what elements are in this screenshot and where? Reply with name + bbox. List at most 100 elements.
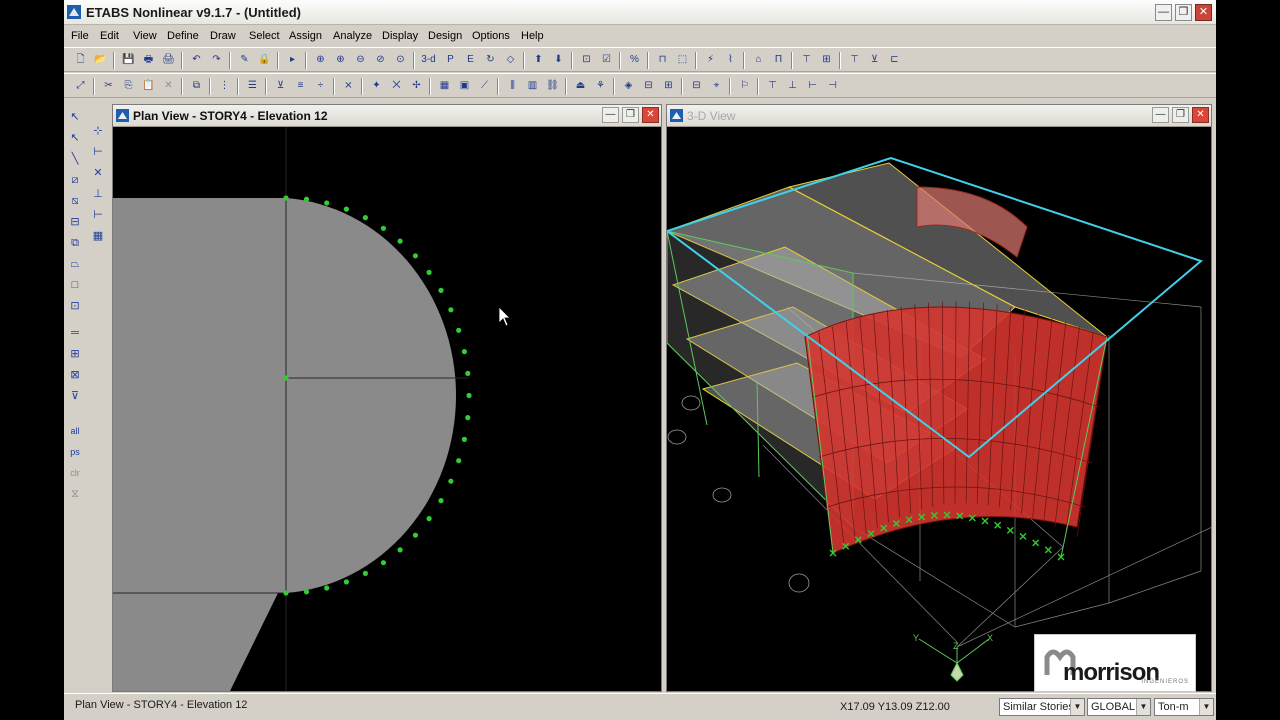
zoom-in-icon[interactable]: ⊕ <box>332 52 349 68</box>
percent-icon[interactable]: % <box>626 52 643 68</box>
lightning-icon[interactable]: ⚡ <box>702 52 719 68</box>
draw-area-icon[interactable]: ⏢ <box>66 255 84 273</box>
snap-end-icon[interactable]: ⊹ <box>89 122 107 140</box>
print-icon[interactable]: 🖶 <box>140 52 157 68</box>
cut-icon[interactable]: ✂ <box>100 78 117 94</box>
menu-define[interactable]: Define <box>167 30 199 42</box>
link-icon[interactable]: ⛓ <box>544 78 561 94</box>
forces-icon[interactable]: Π <box>770 52 787 68</box>
3d-model-drawing[interactable]: Y X Z <box>667 127 1211 691</box>
draw-frame-icon[interactable]: ⧄ <box>66 171 84 189</box>
3d-close-button[interactable]: ✕ <box>1192 107 1209 123</box>
snap-intersect-icon[interactable]: ✢ <box>408 78 425 94</box>
3d-minimize-button[interactable]: — <box>1152 107 1169 123</box>
zoom-out-icon[interactable]: ⊖ <box>352 52 369 68</box>
snap-line-icon[interactable]: ⨉ <box>388 78 405 94</box>
table-icon[interactable]: ⊏ <box>886 52 903 68</box>
spandrel-icon[interactable]: ⊟ <box>688 78 705 94</box>
zoom-window-icon[interactable]: ⊕ <box>312 52 329 68</box>
story-icon[interactable]: ☰ <box>244 78 261 94</box>
align-icon[interactable]: ≡ <box>292 78 309 94</box>
design-icon[interactable]: ⊞ <box>818 52 835 68</box>
draw-point-area-icon[interactable]: ⊡ <box>66 297 84 315</box>
draw-opening-icon[interactable]: ⊞ <box>66 345 84 363</box>
plan-drawing[interactable] <box>113 127 661 691</box>
object-shrink-icon[interactable]: ⊡ <box>578 52 595 68</box>
snap-mid-icon[interactable]: ⊢ <box>89 143 107 161</box>
paste-icon[interactable]: 📋 <box>140 78 157 94</box>
show-tendon-icon[interactable]: ⊣ <box>824 78 841 94</box>
snap-point-icon[interactable]: ✦ <box>368 78 385 94</box>
results-icon[interactable]: ⊤ <box>798 52 815 68</box>
draw-beam-icon[interactable]: ⊟ <box>66 213 84 231</box>
clear-selection-icon[interactable]: clr <box>66 464 84 482</box>
move-down-icon[interactable]: ⬇ <box>550 52 567 68</box>
snap-intersection-icon[interactable]: ✕ <box>89 164 107 182</box>
edit-pencil-icon[interactable]: ✎ <box>236 52 253 68</box>
3d-view-canvas[interactable]: Y X Z <box>667 127 1211 691</box>
plan-close-button[interactable]: ✕ <box>642 107 659 123</box>
print-setup-icon[interactable]: 🖨 <box>160 52 177 68</box>
perspective-icon[interactable]: ◇ <box>502 52 519 68</box>
menu-design[interactable]: Design <box>428 30 462 42</box>
3d-view-icon[interactable]: 3-d <box>420 52 437 68</box>
replicate-icon[interactable]: ⧉ <box>188 78 205 94</box>
new-file-icon[interactable]: 🗋 <box>72 52 89 68</box>
pointer-icon[interactable]: ↖ <box>66 108 84 126</box>
draw-triangle-icon[interactable]: ⊽ <box>66 387 84 405</box>
run-analysis-icon[interactable]: ▸ <box>284 52 301 68</box>
pier-icon[interactable]: ⊞ <box>660 78 677 94</box>
previous-selection-icon[interactable]: ps <box>66 443 84 461</box>
draw-line-icon[interactable]: ╲ <box>66 150 84 168</box>
minimize-button[interactable]: — <box>1155 4 1172 21</box>
plan-view-icon[interactable]: P <box>442 52 459 68</box>
show-shell-icon[interactable]: ⊥ <box>784 78 801 94</box>
menu-analyze[interactable]: Analyze <box>333 30 372 42</box>
snap-grid-icon[interactable]: ▦ <box>89 227 107 245</box>
snap-perpendicular-icon[interactable]: ⊥ <box>89 185 107 203</box>
menu-help[interactable]: Help <box>521 30 544 42</box>
redo-icon[interactable]: ↷ <box>208 52 225 68</box>
select-all-icon[interactable]: ⤢ <box>72 78 89 94</box>
menu-options[interactable]: Options <box>472 30 510 42</box>
elevation-view-icon[interactable]: E <box>462 52 479 68</box>
show-link-icon[interactable]: ⊢ <box>804 78 821 94</box>
support-icon[interactable]: ⏏ <box>572 78 589 94</box>
units-dropdown[interactable]: Ton-m ▼ <box>1154 698 1214 716</box>
3d-view-window[interactable]: 3-D View — ❐ ✕ Y X Z <box>666 104 1212 692</box>
frame-section-icon[interactable]: ⫼ <box>504 78 521 94</box>
plan-maximize-button[interactable]: ❐ <box>622 107 639 123</box>
mesh-icon[interactable]: ▦ <box>436 78 453 94</box>
menu-select[interactable]: Select <box>249 30 280 42</box>
set-display-icon[interactable]: ☑ <box>598 52 615 68</box>
grid-icon[interactable]: ⋮ <box>216 78 233 94</box>
reshape-icon[interactable]: ↖ <box>66 129 84 147</box>
open-folder-icon[interactable]: 📂 <box>92 52 109 68</box>
draw-grid-icon[interactable]: ⊠ <box>66 366 84 384</box>
join-icon[interactable]: ⨯ <box>340 78 357 94</box>
maximize-button[interactable]: ❐ <box>1175 4 1192 21</box>
copy-icon[interactable]: ⎘ <box>120 78 137 94</box>
load-icon[interactable]: ⊤ <box>846 52 863 68</box>
draw-rect-area-icon[interactable]: □ <box>66 276 84 294</box>
invert-selection-icon[interactable]: ⧖ <box>66 485 84 503</box>
section-icon[interactable]: ⊻ <box>866 52 883 68</box>
area-icon[interactable]: ⬚ <box>674 52 691 68</box>
menu-edit[interactable]: Edit <box>100 30 119 42</box>
plan-minimize-button[interactable]: — <box>602 107 619 123</box>
plan-view-canvas[interactable] <box>113 127 661 691</box>
menu-display[interactable]: Display <box>382 30 418 42</box>
edit-line-icon[interactable]: ⟋ <box>476 78 493 94</box>
select-all-text-icon[interactable]: all <box>66 422 84 440</box>
undo-icon[interactable]: ↶ <box>188 52 205 68</box>
rotate-3d-icon[interactable]: ↻ <box>482 52 499 68</box>
delete-icon[interactable]: ✕ <box>160 78 177 94</box>
show-frame-icon[interactable]: ⊤ <box>764 78 781 94</box>
deformed-shape-icon[interactable]: ⌇ <box>722 52 739 68</box>
edit-area-icon[interactable]: ▣ <box>456 78 473 94</box>
frame-icon[interactable]: ⊓ <box>654 52 671 68</box>
plan-view-window[interactable]: Plan View - STORY4 - Elevation 12 — ❐ ✕ <box>112 104 662 692</box>
divide-icon[interactable]: ÷ <box>312 78 329 94</box>
mass-icon[interactable]: ⊟ <box>640 78 657 94</box>
snap-lines-icon[interactable]: ⊢ <box>89 206 107 224</box>
